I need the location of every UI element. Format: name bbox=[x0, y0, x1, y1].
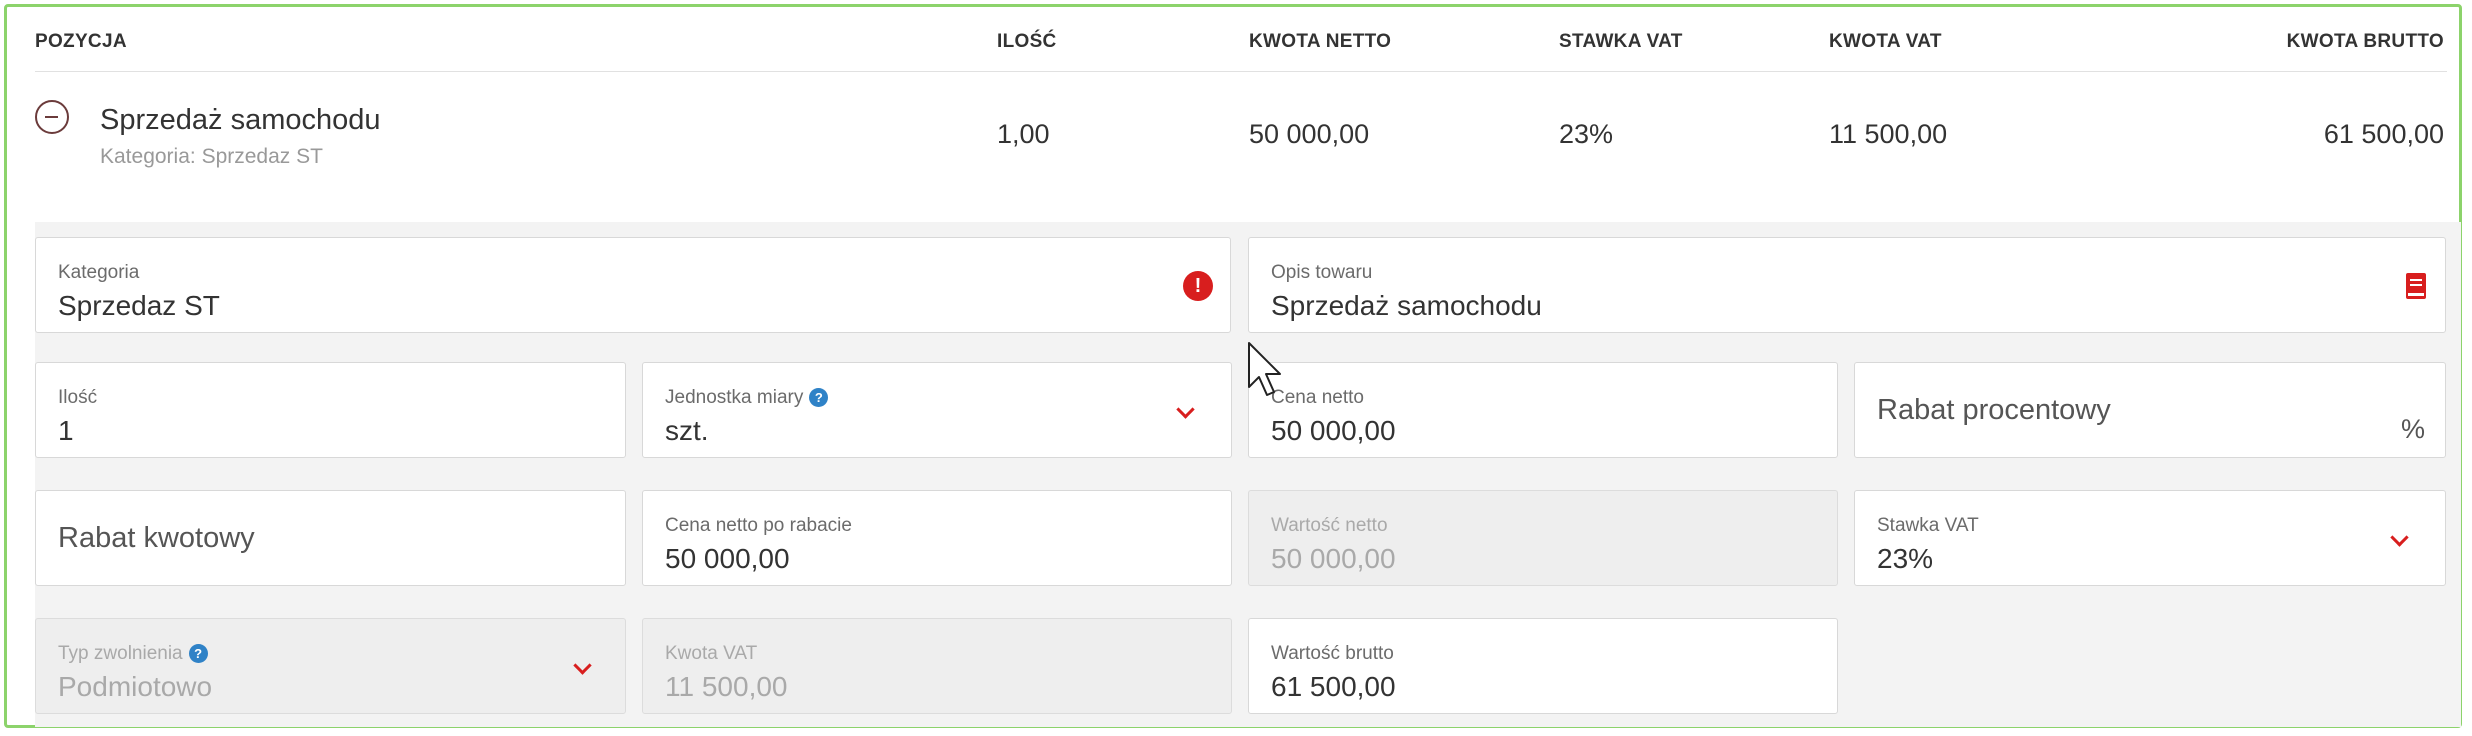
gross-value-label: Wartość brutto bbox=[1271, 643, 1394, 664]
item-vat-rate: 23% bbox=[1559, 119, 1614, 149]
discounted-net-price-label: Cena netto po rabacie bbox=[665, 515, 852, 536]
item-category: Kategoria: Sprzedaz ST bbox=[100, 145, 323, 168]
chevron-down-icon[interactable] bbox=[2390, 528, 2409, 547]
collapse-minus-icon[interactable] bbox=[35, 100, 69, 134]
discounted-net-price-value: 50 000,00 bbox=[665, 543, 790, 574]
vat-amount-value: 11 500,00 bbox=[665, 671, 788, 702]
description-value: Sprzedaż samochodu bbox=[1271, 290, 1542, 321]
vat-amount-label: Kwota VAT bbox=[665, 643, 758, 664]
help-icon[interactable]: ? bbox=[188, 644, 208, 663]
exemption-type-label: Typ zwolnienia? bbox=[58, 643, 208, 665]
col-header-quantity: ILOŚĆ bbox=[997, 31, 1057, 52]
col-header-vat-rate: STAWKA VAT bbox=[1559, 31, 1683, 52]
col-header-net-amount: KWOTA NETTO bbox=[1249, 31, 1392, 52]
percent-suffix: % bbox=[2400, 414, 2425, 444]
discounted-net-price-field[interactable]: Cena netto po rabacie 50 000,00 bbox=[642, 490, 1232, 586]
percent-discount-placeholder: Rabat procentowy bbox=[1877, 394, 2111, 426]
vat-rate-label: Stawka VAT bbox=[1877, 515, 1979, 536]
category-field[interactable]: Kategoria Sprzedaz ST ! bbox=[35, 237, 1231, 333]
item-edit-form: Kategoria Sprzedaz ST ! Opis towaru Sprz… bbox=[35, 222, 2461, 727]
item-vat-amount: 11 500,00 bbox=[1829, 119, 1948, 149]
col-header-gross-amount: KWOTA BRUTTO bbox=[2286, 31, 2444, 52]
item-net-amount: 50 000,00 bbox=[1249, 119, 1370, 149]
category-value: Sprzedaz ST bbox=[58, 290, 220, 321]
amount-discount-field[interactable]: Rabat kwotowy bbox=[35, 490, 626, 586]
chevron-down-icon bbox=[573, 656, 592, 675]
net-price-field[interactable]: Cena netto 50 000,00 bbox=[1248, 362, 1838, 458]
book-icon[interactable] bbox=[2405, 272, 2427, 300]
col-header-vat-amount: KWOTA VAT bbox=[1829, 31, 1942, 52]
vat-rate-value: 23% bbox=[1877, 543, 1934, 574]
percent-discount-field[interactable]: Rabat procentowy % bbox=[1854, 362, 2446, 458]
col-header-position: POZYCJA bbox=[35, 31, 127, 52]
unit-select[interactable]: Jednostka miary? szt. bbox=[642, 362, 1232, 458]
gross-value-value: 61 500,00 bbox=[1271, 671, 1396, 702]
net-value-label: Wartość netto bbox=[1271, 515, 1388, 536]
quantity-value: 1 bbox=[58, 415, 74, 446]
mouse-pointer-icon bbox=[1248, 342, 1281, 396]
invoice-item-panel: POZYCJA ILOŚĆ KWOTA NETTO STAWKA VAT KWO… bbox=[4, 4, 2462, 728]
vat-amount-field: Kwota VAT 11 500,00 bbox=[642, 618, 1232, 714]
exemption-type-select: Typ zwolnienia? Podmiotowo bbox=[35, 618, 626, 714]
net-value-value: 50 000,00 bbox=[1271, 543, 1396, 574]
category-label: Kategoria bbox=[58, 262, 140, 283]
item-quantity: 1,00 bbox=[997, 119, 1050, 149]
item-gross-amount: 61 500,00 bbox=[2323, 119, 2444, 149]
gross-value-field[interactable]: Wartość brutto 61 500,00 bbox=[1248, 618, 1838, 714]
net-value-field: Wartość netto 50 000,00 bbox=[1248, 490, 1838, 586]
quantity-label: Ilość bbox=[58, 387, 98, 408]
net-price-value: 50 000,00 bbox=[1271, 415, 1396, 446]
unit-value: szt. bbox=[665, 415, 709, 446]
quantity-field[interactable]: Ilość 1 bbox=[35, 362, 626, 458]
help-icon[interactable]: ? bbox=[809, 388, 829, 407]
description-label: Opis towaru bbox=[1271, 262, 1373, 283]
alert-icon: ! bbox=[1183, 271, 1213, 301]
amount-discount-placeholder: Rabat kwotowy bbox=[58, 522, 255, 554]
vat-rate-select[interactable]: Stawka VAT 23% bbox=[1854, 490, 2446, 586]
description-field[interactable]: Opis towaru Sprzedaż samochodu bbox=[1248, 237, 2446, 333]
header-divider bbox=[35, 71, 2447, 72]
exemption-type-value: Podmiotowo bbox=[58, 671, 213, 702]
unit-label: Jednostka miary? bbox=[665, 387, 829, 409]
chevron-down-icon[interactable] bbox=[1176, 400, 1195, 419]
item-name: Sprzedaż samochodu bbox=[100, 104, 381, 136]
